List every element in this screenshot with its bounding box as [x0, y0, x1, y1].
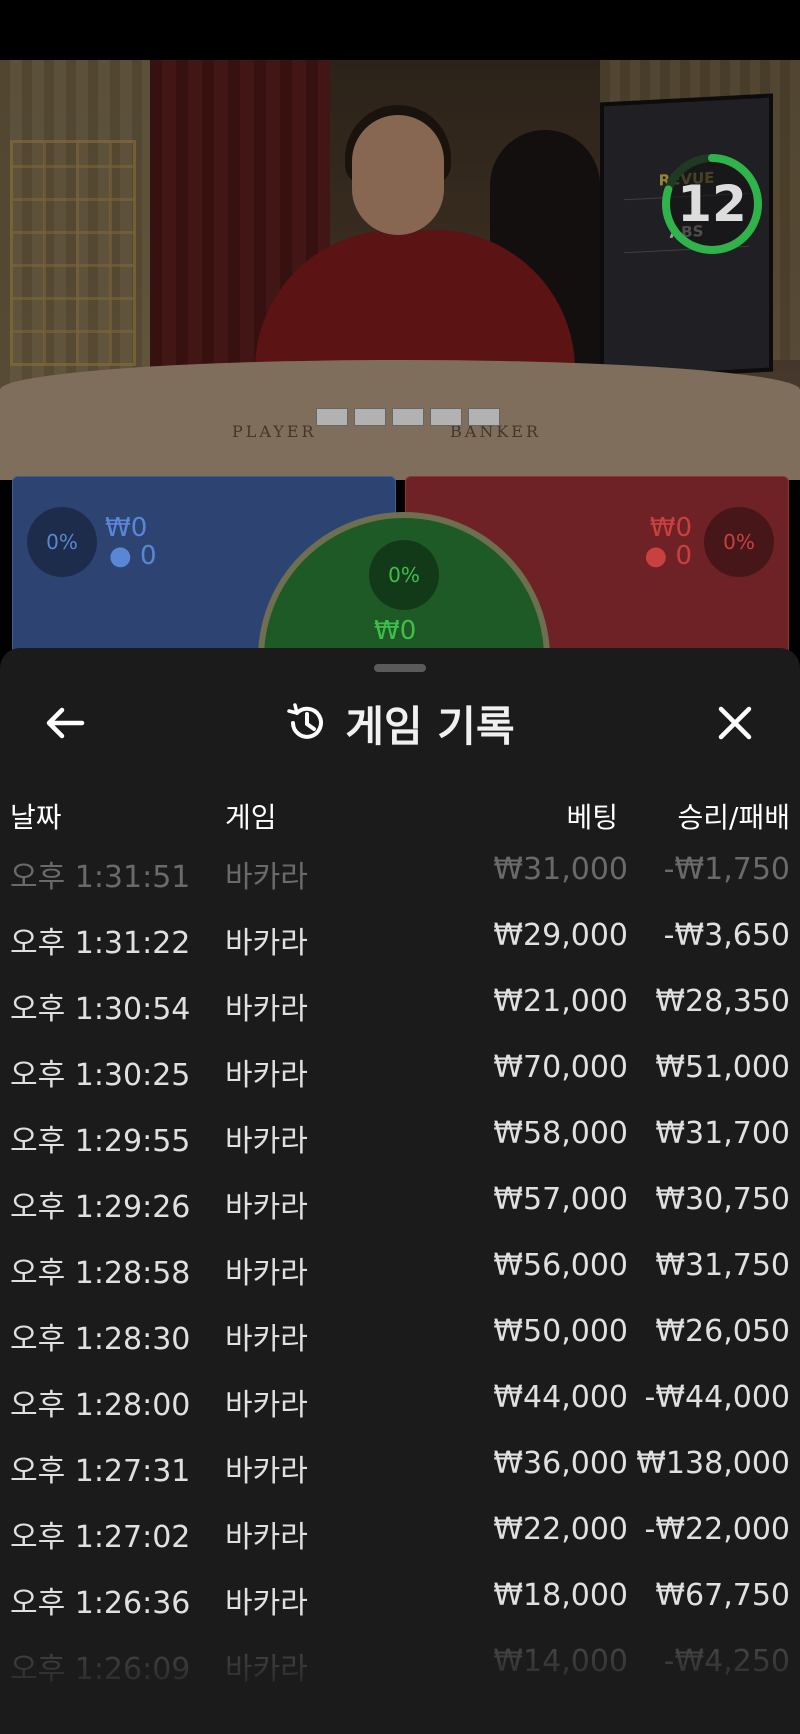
- row-date: 오후 1:29:26: [10, 1190, 191, 1225]
- row-game: 바카라: [225, 1520, 308, 1555]
- row-date: 오후 1:28:58: [10, 1256, 191, 1291]
- row-winloss: ₩31,700: [655, 1116, 790, 1151]
- row-bet: ₩36,000: [493, 1446, 628, 1481]
- row-date: 오후 1:31:22: [10, 926, 191, 961]
- row-game: 바카라: [225, 1256, 308, 1291]
- row-bet: ₩57,000: [493, 1182, 628, 1217]
- row-game: 바카라: [225, 926, 308, 961]
- row-game: 바카라: [225, 1058, 308, 1093]
- banker-people: ● 0: [644, 541, 693, 571]
- table-header: 날짜 게임 베팅 승리/패배: [0, 796, 800, 836]
- game-history-panel: 게임 기록 날짜 게임 베팅 승리/패배 오후 1:31:51 바카라 ₩31,00…: [0, 648, 800, 1734]
- row-bet: ₩22,000: [493, 1512, 628, 1547]
- panel-header: 게임 기록: [0, 693, 800, 753]
- countdown-timer: 12: [677, 175, 747, 233]
- row-winloss: ₩31,750: [655, 1248, 790, 1283]
- row-bet: ₩50,000: [493, 1314, 628, 1349]
- row-game: 바카라: [225, 1454, 308, 1489]
- row-bet: ₩31,000: [493, 852, 628, 887]
- history-row[interactable]: 오후 1:29:26 바카라 ₩57,000 ₩30,750: [0, 1182, 800, 1248]
- history-row[interactable]: 오후 1:27:31 바카라 ₩36,000 ₩138,000: [0, 1446, 800, 1512]
- row-date: 오후 1:30:25: [10, 1058, 191, 1093]
- row-date: 오후 1:27:02: [10, 1520, 191, 1555]
- column-winloss: 승리/패배: [677, 801, 790, 834]
- row-bet: ₩58,000: [493, 1116, 628, 1151]
- row-date: 오후 1:28:30: [10, 1322, 191, 1357]
- user-icon: ●: [644, 541, 668, 571]
- history-row[interactable]: 오후 1:31:51 바카라 ₩31,000 -₩1,750: [0, 852, 800, 918]
- row-winloss: -₩3,650: [663, 918, 790, 953]
- history-row[interactable]: 오후 1:28:00 바카라 ₩44,000 -₩44,000: [0, 1380, 800, 1446]
- history-icon: [287, 703, 324, 739]
- row-date: 오후 1:27:31: [10, 1454, 191, 1489]
- row-date: 오후 1:29:55: [10, 1124, 191, 1159]
- row-bet: ₩18,000: [493, 1578, 628, 1613]
- row-winloss: -₩22,000: [644, 1512, 790, 1547]
- history-row[interactable]: 오후 1:28:58 바카라 ₩56,000 ₩31,750: [0, 1248, 800, 1314]
- row-date: 오후 1:28:00: [10, 1388, 191, 1423]
- row-bet: ₩29,000: [493, 918, 628, 953]
- row-date: 오후 1:31:51: [10, 860, 191, 895]
- banker-percent: 0%: [704, 507, 774, 577]
- row-date: 오후 1:30:54: [10, 992, 191, 1027]
- drag-handle[interactable]: [374, 664, 426, 672]
- row-game: 바카라: [225, 1190, 308, 1225]
- row-winloss: ₩30,750: [655, 1182, 790, 1217]
- banker-amount: ₩0: [649, 513, 692, 543]
- history-row[interactable]: 오후 1:28:30 바카라 ₩50,000 ₩26,050: [0, 1314, 800, 1380]
- row-bet: ₩56,000: [493, 1248, 628, 1283]
- history-row[interactable]: 오후 1:31:22 바카라 ₩29,000 -₩3,650: [0, 918, 800, 984]
- row-game: 바카라: [225, 1322, 308, 1357]
- row-game: 바카라: [225, 1124, 308, 1159]
- column-bet: 베팅: [566, 801, 618, 834]
- column-game: 게임: [225, 801, 277, 834]
- betting-spots: 0% ₩0 ● 0 0% ₩0 ● 0 0% ₩0: [0, 470, 800, 650]
- player-people: ● 0: [109, 541, 157, 571]
- history-row[interactable]: 오후 1:26:36 바카라 ₩18,000 ₩67,750: [0, 1578, 800, 1644]
- row-winloss: -₩44,000: [644, 1380, 790, 1415]
- row-game: 바카라: [225, 1388, 308, 1423]
- row-bet: ₩70,000: [493, 1050, 628, 1085]
- row-winloss: ₩51,000: [655, 1050, 790, 1085]
- player-amount: ₩0: [105, 513, 148, 543]
- history-row[interactable]: 오후 1:30:25 바카라 ₩70,000 ₩51,000: [0, 1050, 800, 1116]
- history-row[interactable]: 오후 1:30:54 바카라 ₩21,000 ₩28,350: [0, 984, 800, 1050]
- row-winloss: ₩67,750: [655, 1578, 790, 1613]
- tie-amount: ₩0: [374, 616, 417, 646]
- status-bar: [0, 0, 800, 60]
- row-bet: ₩21,000: [493, 984, 628, 1019]
- row-winloss: ₩26,050: [655, 1314, 790, 1349]
- panel-title: 게임 기록: [345, 701, 515, 751]
- history-row[interactable]: 오후 1:29:55 바카라 ₩58,000 ₩31,700: [0, 1116, 800, 1182]
- tie-percent: 0%: [369, 540, 439, 610]
- row-game: 바카라: [225, 1586, 308, 1621]
- live-video-feed: REVUE ABS PLAYER BANKER 12: [0, 60, 800, 480]
- close-icon[interactable]: [710, 698, 760, 748]
- user-icon: ●: [109, 541, 132, 571]
- row-winloss: -₩1,750: [663, 852, 790, 887]
- row-winloss: ₩138,000: [636, 1446, 790, 1481]
- row-game: 바카라: [225, 860, 308, 895]
- column-date: 날짜: [10, 801, 62, 834]
- row-bet: ₩44,000: [493, 1380, 628, 1415]
- history-row[interactable]: 오후 1:27:02 바카라 ₩22,000 -₩22,000: [0, 1512, 800, 1578]
- row-date: 오후 1:26:36: [10, 1586, 191, 1621]
- row-game: 바카라: [225, 992, 308, 1027]
- player-percent: 0%: [27, 507, 97, 577]
- row-winloss: ₩28,350: [655, 984, 790, 1019]
